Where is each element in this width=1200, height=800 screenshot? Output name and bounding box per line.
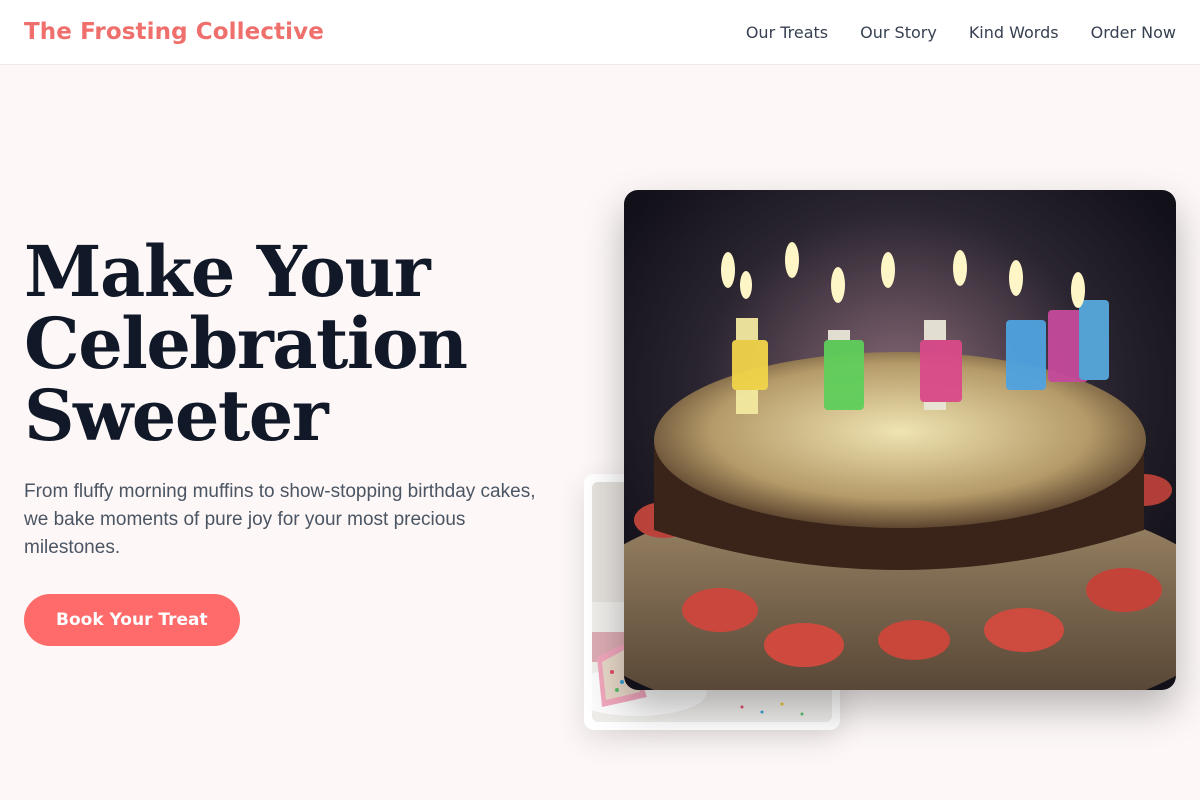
top-navigation-bar: The Frosting Collective Our Treats Our S… [0, 0, 1200, 65]
brand-logo[interactable]: The Frosting Collective [24, 19, 324, 45]
main-nav: Our Treats Our Story Kind Words Order No… [746, 23, 1176, 42]
nav-link-our-story[interactable]: Our Story [860, 23, 937, 42]
hero-text-section: Make Your Celebration Sweeter From fluff… [24, 236, 564, 646]
nav-link-kind-words[interactable]: Kind Words [969, 23, 1059, 42]
nav-link-order-now[interactable]: Order Now [1091, 23, 1176, 42]
hero-title-line: Sweeter [24, 374, 329, 457]
hero-title-line: Celebration [24, 302, 468, 385]
hero-title: Make Your Celebration Sweeter [24, 236, 564, 452]
birthday-cake-hero-image [624, 190, 1176, 690]
book-treat-button[interactable]: Book Your Treat [24, 594, 240, 646]
hero-title-line: Make Your [24, 230, 431, 313]
nav-link-our-treats[interactable]: Our Treats [746, 23, 828, 42]
hero-subtitle: From fluffy morning muffins to show-stop… [24, 481, 536, 558]
